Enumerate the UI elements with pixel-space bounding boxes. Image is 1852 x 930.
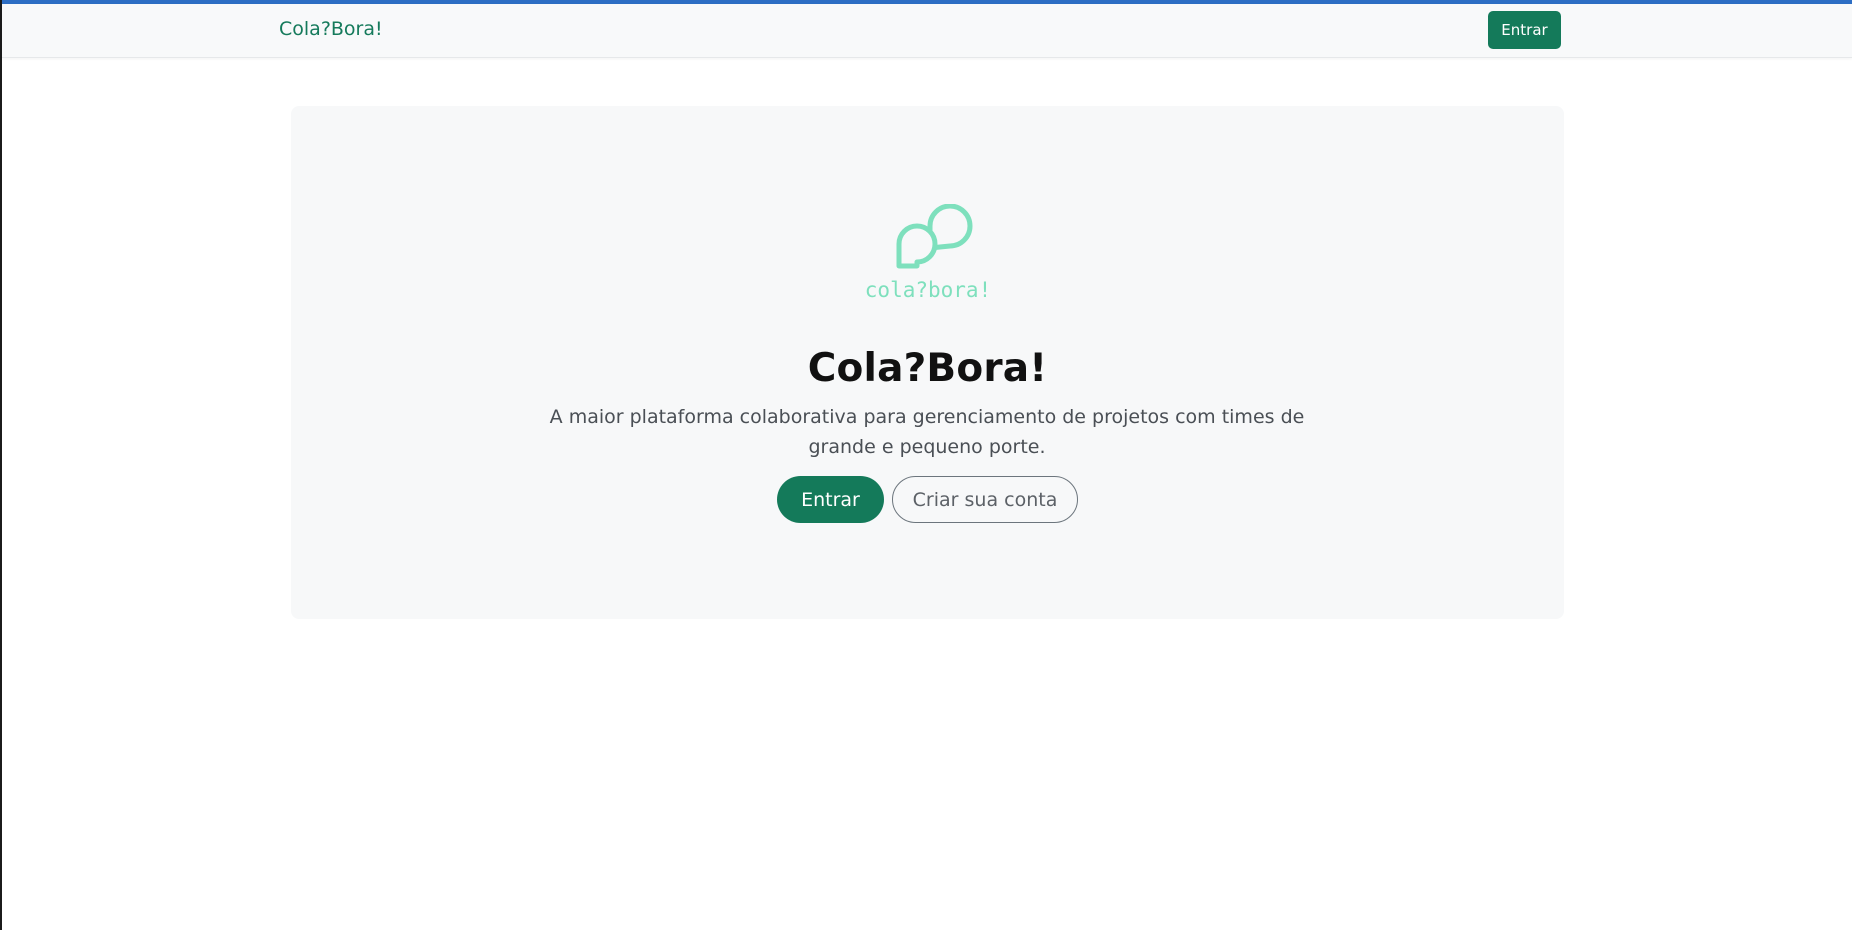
login-button[interactable]: Entrar [777,476,884,523]
logo-wordmark: cola?bora! [865,278,991,300]
create-account-button[interactable]: Criar sua conta [892,476,1078,523]
app-logo: cola?bora! [854,203,1002,302]
navbar: Cola?Bora! Entrar [2,4,1852,58]
hero-panel: cola?bora! Cola?Bora! A maior plataforma… [291,106,1564,619]
navbar-login-button[interactable]: Entrar [1488,11,1561,49]
hero-description: A maior plataforma colaborativa para ger… [549,406,1305,458]
hero-actions: Entrar Criar sua conta [291,476,1564,524]
navbar-brand[interactable]: Cola?Bora! [279,18,383,40]
window-left-edge [0,0,2,930]
hero-title: Cola?Bora! [807,346,1048,391]
speech-bubbles-icon: cola?bora! [865,203,991,302]
